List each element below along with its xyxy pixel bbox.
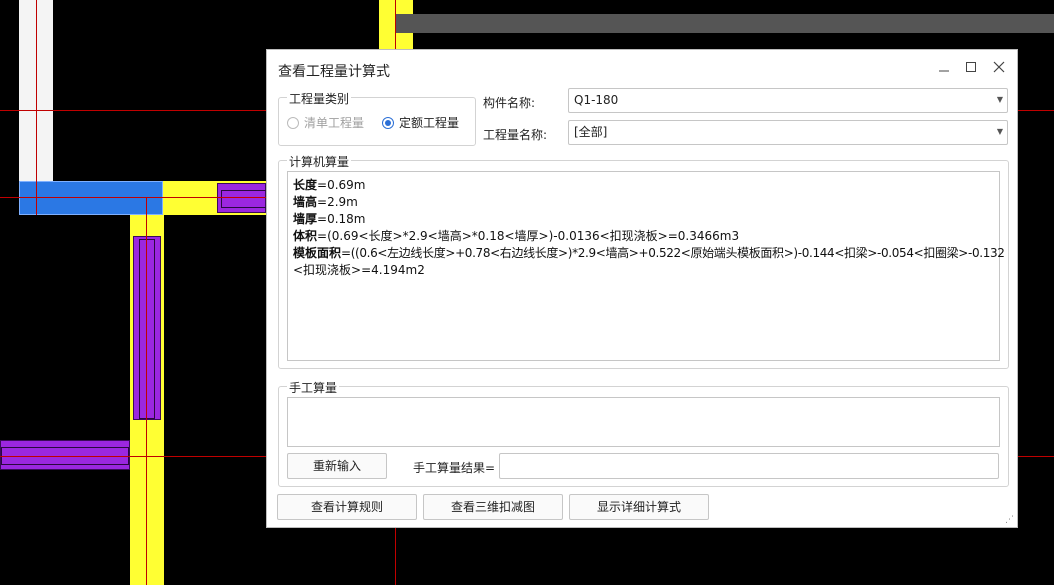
computer-calc-textarea[interactable]: 长度=0.69m 墙高=2.9m 墙厚=0.18m 体积=(0.69<长度>*2… — [287, 171, 1005, 361]
view-rules-button[interactable]: 查看计算规则 — [277, 494, 417, 520]
resize-grip-icon[interactable]: ⋰ — [1005, 515, 1014, 525]
show-detail-formula-button[interactable]: 显示详细计算式 — [569, 494, 709, 520]
minimize-icon[interactable] — [933, 58, 955, 80]
radio-label: 清单工程量 — [304, 116, 365, 130]
dialog-title: 查看工程量计算式 — [278, 64, 390, 80]
component-name-select[interactable]: Q1-180 ▼ — [568, 88, 1008, 113]
radio-circle — [382, 116, 394, 129]
wall-gray-top — [396, 14, 1054, 33]
quantity-name-select[interactable]: [全部] ▼ — [568, 120, 1008, 145]
quantity-name-value: [全部] — [574, 125, 608, 139]
axis-line-v4 — [395, 528, 396, 585]
axis-line-h3 — [0, 456, 266, 457]
maximize-icon[interactable] — [960, 58, 982, 80]
manual-result-input[interactable] — [499, 453, 999, 479]
radio-label: 定额工程量 — [399, 116, 460, 130]
axis-line-h4 — [1018, 110, 1054, 111]
computer-calc-legend: 计算机算量 — [287, 153, 352, 170]
calc-formula-dialog: 查看工程量计算式 工程量类别 清单工程量 定额工程量 构件名称: Q1-180 … — [266, 49, 1018, 528]
axis-line-h1 — [0, 110, 266, 111]
radio-bill-quantity[interactable]: 清单工程量 — [287, 114, 364, 131]
reenter-button[interactable]: 重新输入 — [287, 453, 387, 479]
quantity-type-legend: 工程量类别 — [287, 90, 352, 107]
formula-line: <扣现浇板>=4.194m2 — [293, 263, 425, 277]
beam-horizontal-right[interactable] — [217, 183, 271, 213]
formula-line: 模板面积=((0.6<左边线长度>+0.78<右边线长度>)*2.9<墙高>+0… — [293, 246, 1005, 260]
beam-horizontal-left[interactable] — [0, 440, 130, 470]
radio-circle — [287, 116, 299, 129]
manual-result-label: 手工算量结果= — [413, 461, 496, 475]
computer-calc-group: 计算机算量 长度=0.69m 墙高=2.9m 墙厚=0.18m 体积=(0.69… — [278, 153, 1009, 369]
formula-line: 体积=(0.69<长度>*2.9<墙高>*0.18<墙厚>)-0.0136<扣现… — [293, 229, 740, 243]
axis-line-h5 — [1018, 456, 1054, 457]
view-3d-deduction-button[interactable]: 查看三维扣减图 — [423, 494, 563, 520]
close-icon[interactable] — [988, 58, 1010, 80]
chevron-down-icon: ▼ — [996, 127, 1003, 136]
formula-line: 墙厚=0.18m — [293, 212, 366, 226]
quantity-name-label: 工程量名称: — [483, 128, 548, 142]
manual-calc-legend: 手工算量 — [287, 379, 340, 396]
axis-line-h2 — [0, 197, 266, 198]
formula-text: 长度=0.69m 墙高=2.9m 墙厚=0.18m 体积=(0.69<长度>*2… — [293, 177, 1005, 279]
quantity-type-group: 工程量类别 清单工程量 定额工程量 — [278, 90, 476, 146]
formula-line: 墙高=2.9m — [293, 195, 358, 209]
axis-line-v2 — [146, 197, 147, 585]
beam-vertical[interactable] — [133, 236, 161, 420]
manual-calc-textarea[interactable] — [287, 397, 1000, 447]
axis-line-v1 — [36, 0, 37, 215]
component-name-value: Q1-180 — [574, 93, 619, 107]
manual-calc-group: 手工算量 重新输入 手工算量结果= — [278, 379, 1009, 487]
chevron-down-icon: ▼ — [996, 95, 1003, 104]
radio-quota-quantity[interactable]: 定额工程量 — [382, 114, 459, 131]
formula-line: 长度=0.69m — [293, 178, 366, 192]
component-name-label: 构件名称: — [483, 96, 536, 110]
axis-line-v3 — [395, 0, 396, 49]
wall-selected[interactable] — [19, 181, 163, 215]
